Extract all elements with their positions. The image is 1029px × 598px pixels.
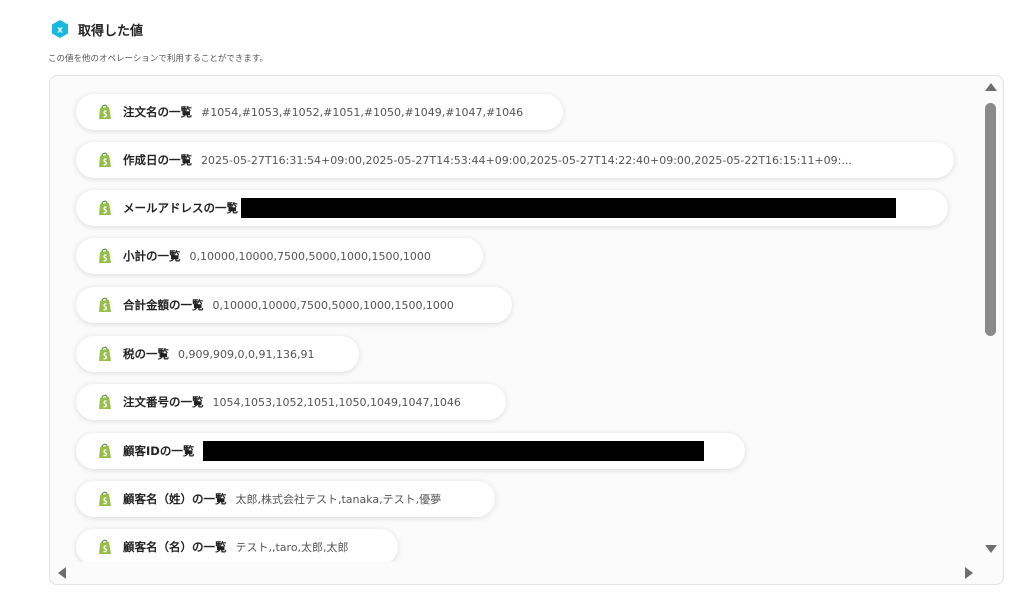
shopify-icon	[99, 297, 111, 312]
value-text: 2025-05-27T16:31:54+09:00,2025-05-27T14:…	[201, 153, 852, 167]
value-chip-order-name[interactable]: 注文名の一覧 #1054,#1053,#1052,#1051,#1050,#10…	[76, 94, 563, 130]
vertical-scroll-thumb[interactable]	[985, 103, 996, 336]
shopify-icon	[99, 346, 111, 361]
value-chip-total[interactable]: 合計金額の一覧 0,10000,10000,7500,5000,1000,150…	[76, 287, 512, 323]
svg-text:x: x	[57, 26, 63, 36]
values-panel: 注文名の一覧 #1054,#1053,#1052,#1051,#1050,#10…	[49, 75, 1004, 585]
section-title: 取得した値	[78, 23, 144, 39]
value-label: 注文番号の一覧	[123, 395, 204, 409]
shopify-icon	[99, 104, 111, 119]
yoom-x-hex-icon: x	[50, 19, 70, 39]
vertical-scrollbar[interactable]	[979, 76, 1003, 562]
shopify-icon	[99, 491, 111, 506]
value-chip-customer-id[interactable]: 顧客IDの一覧	[76, 433, 745, 469]
value-label: 小計の一覧	[123, 249, 181, 263]
shopify-icon	[99, 443, 111, 458]
value-chip-subtotal[interactable]: 小計の一覧 0,10000,10000,7500,5000,1000,1500,…	[76, 238, 483, 274]
value-text: 太郎,株式会社テスト,tanaka,テスト,優夢	[235, 493, 442, 506]
values-list: 注文名の一覧 #1054,#1053,#1052,#1051,#1050,#10…	[50, 76, 979, 562]
shopify-icon	[99, 152, 111, 167]
redacted-value	[241, 198, 896, 218]
horizontal-scrollbar[interactable]	[50, 562, 979, 584]
value-chip-created-at[interactable]: 作成日の一覧 2025-05-27T16:31:54+09:00,2025-05…	[76, 142, 954, 178]
value-label: メールアドレスの一覧	[123, 201, 238, 215]
scroll-right-arrow-icon[interactable]	[965, 567, 973, 579]
value-chip-order-number[interactable]: 注文番号の一覧 1054,1053,1052,1051,1050,1049,10…	[76, 384, 506, 420]
value-label: 顧客名（姓）の一覧	[123, 492, 227, 506]
value-chip-tax[interactable]: 税の一覧 0,909,909,0,0,91,136,91	[76, 336, 359, 372]
value-text: 1054,1053,1052,1051,1050,1049,1047,1046	[212, 395, 461, 409]
shopify-icon	[99, 248, 111, 263]
value-text: 0,10000,10000,7500,5000,1000,1500,1000	[189, 249, 431, 263]
shopify-icon	[99, 539, 111, 554]
value-text: テスト,,taro,太郎,太郎	[235, 541, 349, 554]
value-label: 作成日の一覧	[123, 153, 192, 167]
redacted-value	[203, 441, 705, 461]
shopify-icon	[99, 394, 111, 409]
scroll-up-arrow-icon[interactable]	[985, 83, 997, 91]
value-label: 顧客IDの一覧	[123, 444, 195, 458]
value-text: 0,10000,10000,7500,5000,1000,1500,1000	[212, 298, 454, 312]
value-label: 顧客名（名）の一覧	[123, 540, 227, 554]
value-label: 合計金額の一覧	[123, 298, 204, 312]
value-text: #1054,#1053,#1052,#1051,#1050,#1049,#104…	[201, 105, 524, 119]
value-label: 注文名の一覧	[123, 105, 192, 119]
value-label: 税の一覧	[123, 347, 169, 361]
scroll-down-arrow-icon[interactable]	[985, 545, 997, 553]
section-subtitle: この値を他のオペレーションで利用することができます。	[48, 54, 268, 64]
value-text: 0,909,909,0,0,91,136,91	[178, 347, 315, 361]
shopify-icon	[99, 200, 111, 215]
value-chip-last-name[interactable]: 顧客名（姓）の一覧 太郎,株式会社テスト,tanaka,テスト,優夢	[76, 481, 495, 517]
scroll-left-arrow-icon[interactable]	[58, 567, 66, 579]
section-header: x 取得した値	[50, 19, 143, 39]
value-chip-email[interactable]: メールアドレスの一覧	[76, 190, 948, 226]
value-chip-first-name[interactable]: 顧客名（名）の一覧 テスト,,taro,太郎,太郎	[76, 529, 398, 562]
